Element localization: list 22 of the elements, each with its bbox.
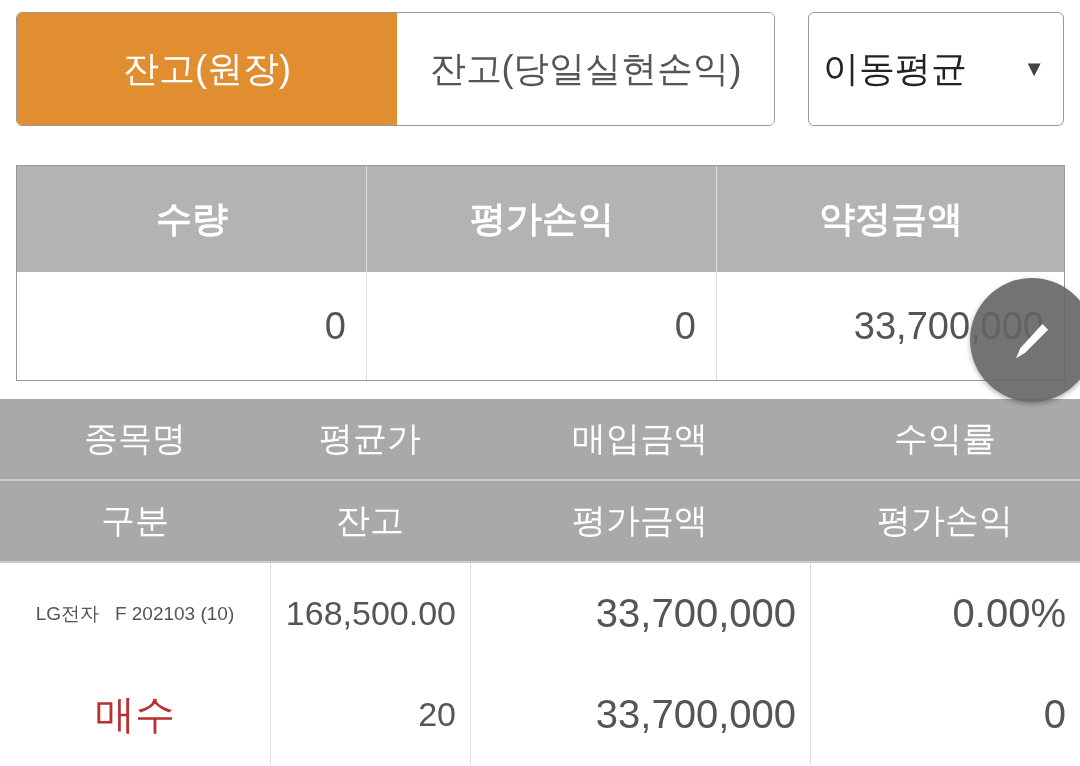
column-header: 약정금액 [716, 166, 1064, 272]
table-cell: 33,700,000 [470, 664, 810, 765]
table-cell: 0.00% [810, 563, 1080, 664]
column-header: 평균가 [318, 418, 422, 459]
table-cell-text: 매수 [94, 691, 176, 738]
table-cell-text: 0 [323, 303, 347, 349]
table-cell: 0 [810, 664, 1080, 765]
table-cell: 168,500.00 [270, 563, 470, 664]
column-header: 잔고 [335, 500, 405, 541]
column-header: 수익률 [893, 418, 997, 459]
column-header: 평가손익 [876, 500, 1014, 541]
column-header: 평가손익 [366, 166, 716, 272]
table-cell: 33,700,000 [470, 563, 810, 664]
column-header: 종목명 [83, 418, 187, 459]
column-header: 평가금액 [571, 500, 709, 541]
sort-dropdown[interactable]: 이동평균 ▼ [808, 12, 1064, 126]
table-cell-text: LG전자 F 202103 (10) [34, 601, 236, 626]
table-cell: 20 [270, 664, 470, 765]
column-header: 수량 [17, 166, 366, 272]
column-header: 구분 [100, 500, 170, 541]
column-header: 매입금액 [571, 418, 709, 459]
table-cell: 0 [366, 272, 716, 380]
